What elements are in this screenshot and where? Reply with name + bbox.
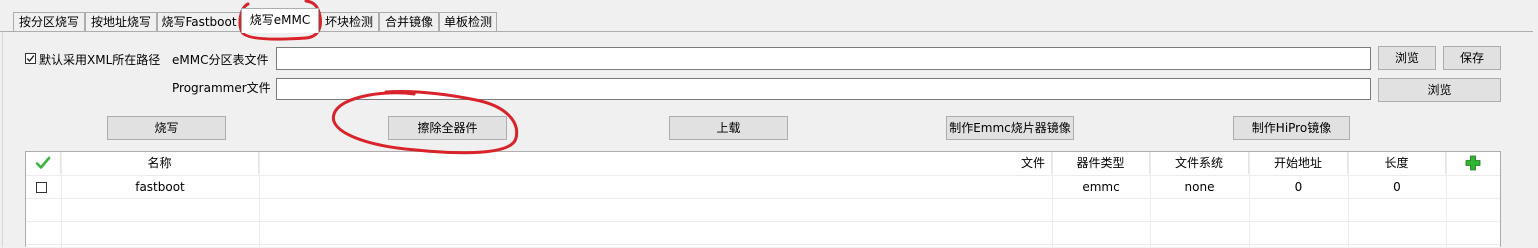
table-row-checkbox-cell[interactable] xyxy=(26,176,61,198)
row-length: 0 xyxy=(1393,180,1401,194)
header-file: 文件 xyxy=(259,152,1052,174)
make-hipro-image-button[interactable]: 制作HiPro镜像 xyxy=(1233,116,1350,140)
header-file-system: 文件系统 xyxy=(1150,152,1249,174)
tab-merge-image[interactable]: 合并镜像 xyxy=(379,12,439,31)
select-all-header[interactable] xyxy=(26,152,61,174)
upload-button[interactable]: 上载 xyxy=(669,116,788,140)
tab-bar: 按分区烧写 按地址烧写 烧写Fastboot 烧写eMMC 坏块检测 合并镜像 … xyxy=(0,0,1538,33)
header-name: 名称 xyxy=(61,152,259,174)
tab-fastboot-burn[interactable]: 烧写Fastboot xyxy=(157,12,241,31)
row-separator xyxy=(26,244,1500,245)
checkmark-icon xyxy=(26,55,35,63)
add-row-header[interactable] xyxy=(1446,152,1500,174)
row-file-system: none xyxy=(1184,180,1215,194)
vertical-scroll-track[interactable] xyxy=(1533,32,1538,247)
header-device-type: 器件类型 xyxy=(1052,152,1150,174)
tab-address-burn[interactable]: 按地址烧写 xyxy=(85,12,157,31)
partition-table-file-input[interactable] xyxy=(276,47,1371,70)
erase-all-button[interactable]: 擦除全器件 xyxy=(388,116,507,140)
row-file[interactable] xyxy=(259,176,1052,198)
row-device-type: emmc xyxy=(1082,180,1120,194)
green-plus-icon xyxy=(1465,155,1481,171)
programmer-file-input[interactable] xyxy=(276,78,1371,100)
row-name: fastboot xyxy=(135,180,185,194)
header-start-address: 开始地址 xyxy=(1249,152,1348,174)
partition-table-label: eMMC分区表文件 xyxy=(172,53,269,67)
row-select-checkbox[interactable] xyxy=(36,182,47,193)
tab-partition-burn[interactable]: 按分区烧写 xyxy=(13,12,85,31)
partition-table-grid: 名称 文件 器件类型 文件系统 开始地址 长度 fastboot emmc no… xyxy=(25,151,1501,248)
row-start-address: 0 xyxy=(1294,180,1303,194)
default-xml-path-checkbox[interactable] xyxy=(25,53,36,64)
browse-partition-table-button[interactable]: 浏览 xyxy=(1378,46,1436,70)
header-length: 长度 xyxy=(1348,152,1446,174)
burn-button[interactable]: 烧写 xyxy=(107,116,226,140)
save-button[interactable]: 保存 xyxy=(1443,46,1501,70)
row-separator xyxy=(26,198,1500,199)
tab-emmc-burn[interactable]: 烧写eMMC xyxy=(241,8,319,33)
tab-badblock-check[interactable]: 坏块检测 xyxy=(319,12,379,31)
default-xml-path-label: 默认采用XML所在路径 xyxy=(39,53,161,67)
make-emmc-image-button[interactable]: 制作Emmc烧片器镜像 xyxy=(946,116,1074,140)
green-check-icon xyxy=(35,156,51,169)
browse-programmer-button[interactable]: 浏览 xyxy=(1378,78,1501,102)
programmer-file-label: Programmer文件 xyxy=(172,81,271,95)
row-separator xyxy=(26,221,1500,222)
tab-board-check[interactable]: 单板检测 xyxy=(439,12,497,31)
